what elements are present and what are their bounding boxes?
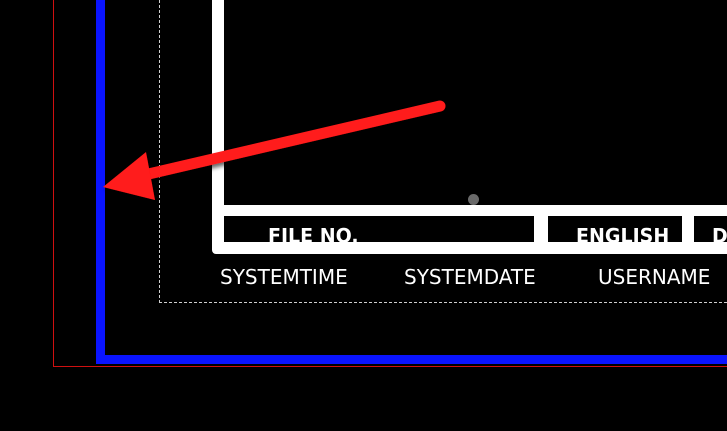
- cad-drawing-canvas[interactable]: FILE NO. ENGLISH D SYSTEMTIME SYSTEMDATE…: [0, 0, 727, 431]
- arrow-head: [103, 152, 155, 200]
- arrow-shaft: [134, 100, 446, 182]
- red-arrow-icon: [103, 100, 446, 200]
